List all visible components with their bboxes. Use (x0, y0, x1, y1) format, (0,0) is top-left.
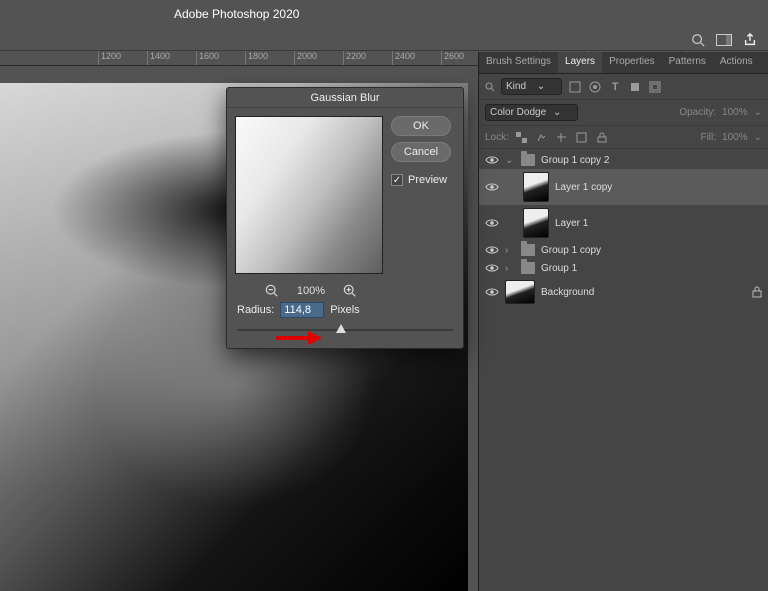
layer-row[interactable]: ⌄ Group 1 copy 2 (479, 151, 768, 169)
app-title: Adobe Photoshop 2020 (174, 7, 299, 21)
layer-name[interactable]: Background (541, 287, 594, 298)
lock-position-icon[interactable] (555, 130, 569, 144)
filter-kind-select[interactable]: Kind ⌄ (501, 78, 562, 95)
lock-transparent-icon[interactable] (515, 130, 529, 144)
filter-adjust-icon[interactable] (588, 80, 602, 94)
visibility-toggle[interactable] (485, 245, 499, 255)
layer-row[interactable]: › Group 1 copy (479, 241, 768, 259)
lock-pixels-icon[interactable] (535, 130, 549, 144)
tab-brush-settings[interactable]: Brush Settings (479, 52, 558, 73)
chevron-right-icon[interactable]: › (505, 263, 515, 274)
search-small-icon (485, 82, 495, 92)
visibility-toggle[interactable] (485, 182, 499, 192)
layers-list: ⌄ Group 1 copy 2 Layer 1 copy Layer 1 › Group… (479, 149, 768, 309)
lock-row: Lock: Fill: 100% ⌄ (479, 126, 768, 149)
folder-icon (521, 244, 535, 256)
tab-properties[interactable]: Properties (602, 52, 662, 73)
layer-thumbnail[interactable] (523, 172, 549, 202)
folder-icon (521, 262, 535, 274)
lock-icon (752, 286, 762, 298)
chevron-right-icon[interactable]: › (505, 245, 515, 256)
gaussian-blur-dialog: Gaussian Blur OK Cancel ✓ Preview 100% R… (226, 87, 464, 349)
layer-name[interactable]: Layer 1 (555, 218, 588, 229)
ruler-tick: 2200 (343, 50, 392, 66)
search-icon[interactable] (690, 32, 706, 48)
tab-actions[interactable]: Actions (713, 52, 760, 73)
radius-slider[interactable] (237, 324, 453, 336)
layer-row[interactable]: Layer 1 copy (479, 169, 768, 205)
radius-slider-thumb[interactable] (336, 324, 346, 333)
opacity-label: Opacity: (679, 107, 716, 118)
blur-preview[interactable] (235, 116, 383, 274)
visibility-toggle[interactable] (485, 263, 499, 273)
blend-mode-row: Color Dodge ⌄ Opacity: 100% ⌄ (479, 100, 768, 126)
tab-layers[interactable]: Layers (558, 52, 602, 73)
layer-row[interactable]: Background (479, 277, 768, 307)
filter-type-icon[interactable]: T (608, 80, 622, 94)
layer-filter-row: Kind ⌄ T (479, 74, 768, 100)
filter-pixel-icon[interactable] (568, 80, 582, 94)
radius-label: Radius: (237, 304, 274, 316)
chevron-down-icon[interactable]: ⌄ (505, 155, 515, 166)
layer-thumbnail[interactable] (523, 208, 549, 238)
workspace-switcher-icon[interactable] (716, 32, 732, 48)
zoom-value: 100% (297, 285, 325, 297)
share-icon[interactable] (742, 32, 758, 48)
ruler-tick: 1600 (196, 50, 245, 66)
visibility-toggle[interactable] (485, 155, 499, 165)
ruler-tick: 2000 (294, 50, 343, 66)
zoom-in-icon[interactable] (343, 284, 357, 298)
fill-value[interactable]: 100% (722, 132, 748, 143)
zoom-out-icon[interactable] (265, 284, 279, 298)
layer-name[interactable]: Group 1 copy 2 (541, 155, 609, 166)
layer-row[interactable]: › Group 1 (479, 259, 768, 277)
visibility-toggle[interactable] (485, 218, 499, 228)
preview-checkbox-row[interactable]: ✓ Preview (391, 174, 451, 186)
preview-checkbox[interactable]: ✓ (391, 174, 403, 186)
layer-row[interactable]: Layer 1 (479, 205, 768, 241)
fill-label: Fill: (700, 132, 716, 143)
lock-artboard-icon[interactable] (575, 130, 589, 144)
workspace-icons (690, 32, 758, 48)
blend-mode-select[interactable]: Color Dodge ⌄ (485, 104, 578, 121)
filter-smart-icon[interactable] (648, 80, 662, 94)
preview-label: Preview (408, 174, 447, 186)
filter-shape-icon[interactable] (628, 80, 642, 94)
tab-patterns[interactable]: Patterns (662, 52, 713, 73)
dialog-title[interactable]: Gaussian Blur (227, 88, 463, 108)
panels-dock: Brush SettingsLayersPropertiesPatternsAc… (478, 52, 768, 591)
layer-name[interactable]: Group 1 copy (541, 245, 601, 256)
folder-icon (521, 154, 535, 166)
lock-label: Lock: (485, 132, 509, 143)
layer-name[interactable]: Layer 1 copy (555, 182, 612, 193)
ruler-tick: 1400 (147, 50, 196, 66)
lock-all-icon[interactable] (595, 130, 609, 144)
layer-thumbnail[interactable] (505, 280, 535, 304)
ruler-tick: 1200 (98, 50, 147, 66)
zoom-controls: 100% (227, 284, 387, 298)
radius-unit: Pixels (330, 304, 359, 316)
radius-row: Radius: Pixels (227, 298, 463, 322)
visibility-toggle[interactable] (485, 287, 499, 297)
opacity-value[interactable]: 100% (722, 107, 748, 118)
app-titlebar: Adobe Photoshop 2020 (0, 0, 768, 28)
radius-input[interactable] (280, 302, 324, 318)
ok-button[interactable]: OK (391, 116, 451, 136)
cancel-button[interactable]: Cancel (391, 142, 451, 162)
layer-name[interactable]: Group 1 (541, 263, 577, 274)
panel-tabs: Brush SettingsLayersPropertiesPatternsAc… (479, 52, 768, 74)
ruler-tick: 2400 (392, 50, 441, 66)
ruler-tick: 1800 (245, 50, 294, 66)
